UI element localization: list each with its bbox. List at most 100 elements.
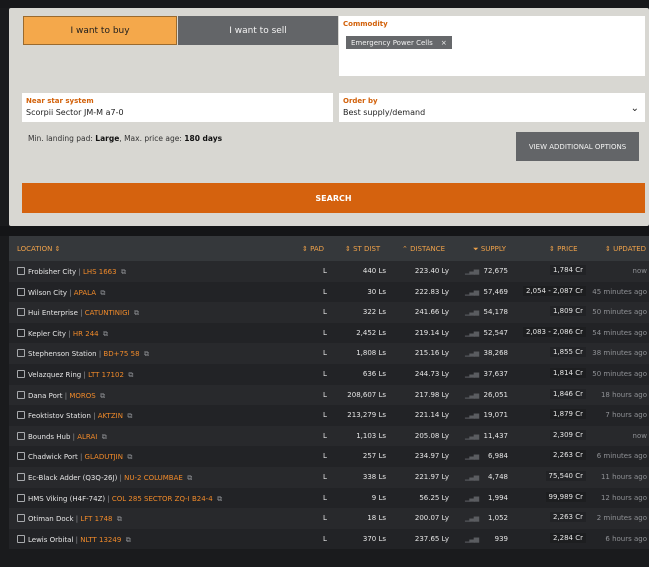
copy-icon[interactable]: ⧉ <box>183 474 192 482</box>
copy-icon[interactable]: ⧉ <box>140 350 149 358</box>
copy-icon[interactable]: ⧉ <box>96 289 105 297</box>
pad-cell: L <box>323 287 327 296</box>
supply-header[interactable]: ⏷ SUPPLY <box>473 245 506 254</box>
system-link[interactable]: LHS 1663 <box>83 268 117 276</box>
table-row[interactable]: Chadwick Port | GLADUTJIN ⧉ L 257 Ls 234.97… <box>9 446 649 467</box>
system-link[interactable]: LFT 1748 <box>80 515 112 523</box>
table-header: LOCATION ⇕ ⇕ PAD ⇕ ST DIST ⌃ DISTANCE ⏷ … <box>9 236 649 261</box>
supply-cell: 1,994 <box>487 493 508 502</box>
chip-remove-icon[interactable]: × <box>441 39 447 47</box>
price-header[interactable]: ⇕ PRICE <box>549 245 578 253</box>
table-row[interactable]: Otiman Dock | LFT 1748 ⧉ L 18 Ls 200.07 Ly ▁… <box>9 508 649 529</box>
price-cell: 2,263 Cr <box>549 512 586 523</box>
near-star-system-value[interactable]: Scorpii Sector JM-M a7-0 <box>26 108 124 117</box>
table-row[interactable]: Feoktistov Station | AKTZIN ⧉ L 213,279 Ls… <box>9 405 649 426</box>
distance-header[interactable]: ⌃ DISTANCE <box>402 245 445 253</box>
system-link[interactable]: MOROS <box>69 392 95 400</box>
commodity-chip[interactable]: Emergency Power Cells × <box>346 36 452 49</box>
system-link[interactable]: ALRAI <box>77 433 97 441</box>
station-name[interactable]: Otiman Dock <box>28 515 74 523</box>
table-row[interactable]: Kepler City | HR 244 ⧉ L 2,452 Ls 219.14 Ly… <box>9 322 649 344</box>
copy-icon[interactable]: ⧉ <box>97 433 107 441</box>
system-link[interactable]: CATUNTINIGI <box>85 309 130 317</box>
copy-icon[interactable]: ⧉ <box>117 268 126 276</box>
system-link[interactable]: BD+75 58 <box>103 350 139 358</box>
location-cell: Wilson City | APALA ⧉ <box>17 287 105 298</box>
table-row[interactable]: Ec-Black Adder (Q3Q-26J) | NU-2 COLUMBAE… <box>9 466 649 488</box>
chevron-down-icon[interactable]: ⌄ <box>631 103 639 114</box>
updated-cell: 6 minutes ago <box>596 452 647 461</box>
signal-bars-icon: ▁▃▅ <box>465 328 479 337</box>
table-row[interactable]: Frobisher City | LHS 1663 ⧉ L 440 Ls 223.40… <box>9 261 649 282</box>
near-star-system-field[interactable]: Near star system Scorpii Sector JM-M a7-… <box>22 93 333 122</box>
station-name[interactable]: Ec-Black Adder (Q3Q-26J) <box>28 474 117 482</box>
station-icon <box>17 328 25 337</box>
supply-cell: 19,071 <box>483 411 509 420</box>
copy-icon[interactable]: ⧉ <box>121 536 131 544</box>
system-link[interactable]: APALA <box>74 289 96 297</box>
st-dist-cell: 208,607 Ls <box>347 390 386 399</box>
station-icon <box>17 514 25 523</box>
pad-cell: L <box>323 472 327 481</box>
station-name[interactable]: Kepler City <box>28 330 66 338</box>
table-row[interactable]: Dana Port | MOROS ⧉ L 208,607 Ls 217.98 Ly ▁… <box>9 384 649 406</box>
max-age-prefix: , Max. price age: <box>119 134 182 143</box>
station-name[interactable]: Lewis Orbital <box>28 536 73 544</box>
table-row[interactable]: HMS Viking (H4F-74Z) | COL 285 SECTOR ZQ… <box>9 487 649 509</box>
system-link[interactable]: NLTT 13249 <box>80 536 121 544</box>
location-cell: Bounds Hub | ALRAI ⧉ <box>17 431 107 442</box>
distance-cell: 200.07 Ly <box>414 514 449 523</box>
table-row[interactable]: Bounds Hub | ALRAI ⧉ L 1,103 Ls 205.08 Ly ▁▃… <box>9 425 649 447</box>
updated-cell: 7 hours ago <box>605 411 647 420</box>
station-name[interactable]: Frobisher City <box>28 268 76 276</box>
st-dist-header[interactable]: ⇕ ST DIST <box>345 245 380 253</box>
distance-cell: 223.40 Ly <box>414 267 449 275</box>
station-name[interactable]: Feoktistov Station <box>28 412 91 420</box>
location-cell: Kepler City | HR 244 ⧉ <box>17 328 108 339</box>
copy-icon[interactable]: ⧉ <box>123 412 132 420</box>
copy-icon[interactable]: ⧉ <box>124 371 133 379</box>
buy-toggle-button[interactable]: I want to buy <box>23 16 177 45</box>
view-additional-options-button[interactable]: VIEW ADDITIONAL OPTIONS <box>516 132 639 161</box>
updated-header[interactable]: ⇕ UPDATED <box>605 245 646 253</box>
station-name[interactable]: HMS Viking (H4F-74Z) <box>28 495 105 503</box>
copy-icon[interactable]: ⧉ <box>123 453 132 461</box>
station-name[interactable]: Dana Port <box>28 392 63 400</box>
table-row[interactable]: Hui Enterprise | CATUNTINIGI ⧉ L 322 Ls 241… <box>9 302 649 323</box>
station-name[interactable]: Velazquez Ring <box>28 371 81 379</box>
copy-icon[interactable]: ⧉ <box>99 330 108 338</box>
updated-cell: 50 minutes ago <box>592 308 647 317</box>
search-button[interactable]: SEARCH <box>22 183 645 213</box>
table-row[interactable]: Lewis Orbital | NLTT 13249 ⧉ L 370 Ls 237.6… <box>9 528 649 550</box>
station-name[interactable]: Stephenson Station <box>28 350 97 358</box>
pad-header[interactable]: ⇕ PAD <box>302 245 324 253</box>
order-by-select[interactable]: Order by Best supply/demand ⌄ <box>339 93 645 122</box>
signal-bars-icon: ▁▃▅ <box>465 493 479 502</box>
copy-icon[interactable]: ⧉ <box>112 515 122 523</box>
system-link[interactable]: HR 244 <box>73 330 99 338</box>
copy-icon[interactable]: ⧉ <box>213 495 222 503</box>
copy-icon[interactable]: ⧉ <box>130 309 139 317</box>
pad-cell: L <box>323 514 327 523</box>
system-link[interactable]: LTT 17102 <box>88 371 124 379</box>
station-name[interactable]: Bounds Hub <box>28 433 70 441</box>
system-link[interactable]: GLADUTJIN <box>85 453 123 461</box>
min-landing-pad-text: Min. landing pad: Large, Max. price age:… <box>28 134 222 143</box>
station-name[interactable]: Chadwick Port <box>28 453 78 461</box>
station-name[interactable]: Wilson City <box>28 289 67 297</box>
system-link[interactable]: AKTZIN <box>98 412 123 420</box>
sell-toggle-button[interactable]: I want to sell <box>178 16 338 45</box>
table-row[interactable]: Wilson City | APALA ⧉ L 30 Ls 222.83 Ly ▁▃▅ 5… <box>9 281 649 303</box>
system-link[interactable]: COL 285 SECTOR ZQ-I B24-4 <box>112 495 213 503</box>
location-header[interactable]: LOCATION ⇕ <box>17 245 60 253</box>
table-row[interactable]: Velazquez Ring | LTT 17102 ⧉ L 636 Ls 244.7… <box>9 363 649 385</box>
commodity-field[interactable]: Commodity Emergency Power Cells × <box>339 16 645 76</box>
results-table: LOCATION ⇕ ⇕ PAD ⇕ ST DIST ⌃ DISTANCE ⏷ … <box>9 236 649 550</box>
copy-icon[interactable]: ⧉ <box>96 392 105 400</box>
system-link[interactable]: NU-2 COLUMBAE <box>124 474 183 482</box>
location-cell: Otiman Dock | LFT 1748 ⧉ <box>17 514 122 524</box>
station-name[interactable]: Hui Enterprise <box>28 309 78 317</box>
separator: | <box>105 494 112 503</box>
pad-cell: L <box>323 452 327 461</box>
table-row[interactable]: Stephenson Station | BD+75 58 ⧉ L 1,808 Ls… <box>9 343 649 364</box>
